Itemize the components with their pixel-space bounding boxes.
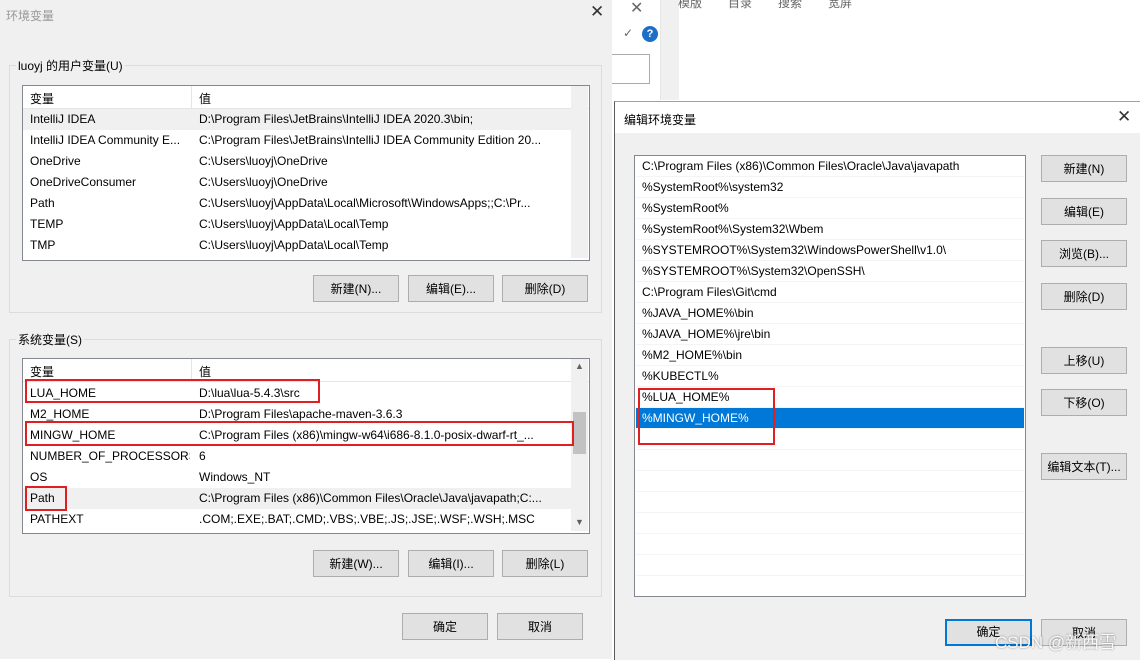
- move-up-button[interactable]: 上移(U): [1041, 347, 1127, 374]
- env-close-icon[interactable]: ✕: [590, 2, 604, 22]
- edit-entry-button[interactable]: 编辑(E): [1041, 198, 1127, 225]
- user-edit-button[interactable]: 编辑(E)...: [408, 275, 494, 302]
- scroll-thumb[interactable]: [573, 412, 586, 454]
- bg-tab-widescreen[interactable]: 宽屏: [828, 0, 852, 11]
- edit-close-icon[interactable]: ✕: [1117, 107, 1131, 127]
- bg-chevron-icon[interactable]: ✓: [623, 26, 633, 40]
- path-entry[interactable]: %SystemRoot%: [636, 198, 1024, 219]
- watermark: CSDN @新西雪: [995, 633, 1117, 652]
- bg-tab-directory[interactable]: 目录: [728, 0, 752, 11]
- user-var-row[interactable]: OneDriveConsumer C:\Users\luoyj\OneDrive: [23, 172, 571, 193]
- col-header-value[interactable]: 值: [199, 90, 211, 107]
- highlight-mingw-home: [25, 421, 574, 446]
- system-var-row[interactable]: PATHEXT .COM;.EXE;.BAT;.CMD;.VBS;.VBE;.J…: [23, 509, 571, 530]
- user-new-button[interactable]: 新建(N)...: [313, 275, 399, 302]
- system-delete-button[interactable]: 删除(L): [502, 550, 588, 577]
- system-var-row[interactable]: OS Windows_NT: [23, 467, 571, 488]
- new-entry-button[interactable]: 新建(N): [1041, 155, 1127, 182]
- edit-env-variable-dialog: 编辑环境变量 ✕ C:\Program Files (x86)\Common F…: [614, 101, 1140, 660]
- user-var-row[interactable]: TEMP C:\Users\luoyj\AppData\Local\Temp: [23, 214, 571, 235]
- browse-button[interactable]: 浏览(B)...: [1041, 240, 1127, 267]
- env-variables-dialog: 环境变量 ✕ luoyj 的用户变量(U) 变量 值 IntelliJ IDEA…: [0, 0, 612, 659]
- user-var-row[interactable]: OneDrive C:\Users\luoyj\OneDrive: [23, 151, 571, 172]
- env-cancel-button[interactable]: 取消: [497, 613, 583, 640]
- path-entry-empty[interactable]: [636, 450, 1024, 471]
- background-separator: [660, 0, 679, 100]
- path-entry[interactable]: %JAVA_HOME%\jre\bin: [636, 324, 1024, 345]
- path-entry-empty[interactable]: [636, 471, 1024, 492]
- bg-help-icon[interactable]: ?: [642, 26, 658, 42]
- path-entry[interactable]: %SystemRoot%\System32\Wbem: [636, 219, 1024, 240]
- user-var-row[interactable]: Path C:\Users\luoyj\AppData\Local\Micros…: [23, 193, 571, 214]
- path-entry[interactable]: %SYSTEMROOT%\System32\OpenSSH\: [636, 261, 1024, 282]
- path-entries-list[interactable]: C:\Program Files (x86)\Common Files\Orac…: [634, 155, 1026, 597]
- path-entry[interactable]: C:\Program Files (x86)\Common Files\Orac…: [636, 156, 1024, 177]
- user-delete-button[interactable]: 删除(D): [502, 275, 588, 302]
- bg-tab-template[interactable]: 模版: [678, 0, 702, 11]
- background-app: [610, 0, 1140, 100]
- edit-text-button[interactable]: 编辑文本(T)...: [1041, 453, 1127, 480]
- user-var-row[interactable]: IntelliJ IDEA Community E... C:\Program …: [23, 130, 571, 151]
- path-entry-empty[interactable]: [636, 534, 1024, 555]
- env-dialog-title: 环境变量: [6, 9, 55, 23]
- user-var-row[interactable]: TMP C:\Users\luoyj\AppData\Local\Temp: [23, 235, 571, 256]
- col-header-variable[interactable]: 变量: [30, 363, 54, 380]
- user-vars-scrollbar[interactable]: [571, 86, 588, 258]
- bg-input-field[interactable]: [612, 54, 650, 84]
- path-entry[interactable]: %JAVA_HOME%\bin: [636, 303, 1024, 324]
- path-entry[interactable]: %KUBECTL%: [636, 366, 1024, 387]
- system-edit-button[interactable]: 编辑(I)...: [408, 550, 494, 577]
- col-header-value[interactable]: 值: [199, 363, 211, 380]
- scroll-up-icon[interactable]: ▲: [575, 361, 584, 371]
- highlight-lua-home: [25, 379, 320, 403]
- highlight-path: [25, 486, 67, 511]
- system-new-button[interactable]: 新建(W)...: [313, 550, 399, 577]
- highlight-new-entries: [638, 388, 775, 445]
- system-vars-label: 系统变量(S): [16, 331, 84, 348]
- move-down-button[interactable]: 下移(O): [1041, 389, 1127, 416]
- path-entry-empty[interactable]: [636, 555, 1024, 576]
- col-header-variable[interactable]: 变量: [30, 90, 54, 107]
- path-entry[interactable]: %M2_HOME%\bin: [636, 345, 1024, 366]
- user-vars-label: luoyj 的用户变量(U): [16, 57, 125, 74]
- path-entry[interactable]: %SystemRoot%\system32: [636, 177, 1024, 198]
- path-entry-empty[interactable]: [636, 492, 1024, 513]
- scroll-down-icon[interactable]: ▼: [575, 517, 584, 527]
- path-entry-empty[interactable]: [636, 513, 1024, 534]
- user-var-row[interactable]: IntelliJ IDEA D:\Program Files\JetBrains…: [23, 109, 571, 130]
- edit-dialog-title: 编辑环境变量: [624, 113, 697, 127]
- user-vars-list[interactable]: 变量 值 IntelliJ IDEA D:\Program Files\JetB…: [22, 85, 590, 261]
- env-ok-button[interactable]: 确定: [402, 613, 488, 640]
- path-entry[interactable]: %SYSTEMROOT%\System32\WindowsPowerShell\…: [636, 240, 1024, 261]
- delete-entry-button[interactable]: 删除(D): [1041, 283, 1127, 310]
- user-vars-header: 变量 值: [23, 86, 589, 109]
- path-entry[interactable]: C:\Program Files\Git\cmd: [636, 282, 1024, 303]
- system-var-row[interactable]: Path C:\Program Files (x86)\Common Files…: [23, 488, 571, 509]
- edit-dialog-titlebar: 编辑环境变量 ✕: [615, 102, 1140, 133]
- system-var-row[interactable]: NUMBER_OF_PROCESSORS 6: [23, 446, 571, 467]
- bg-tab-search[interactable]: 搜索: [778, 0, 802, 11]
- bg-close-icon[interactable]: ✕: [630, 0, 643, 18]
